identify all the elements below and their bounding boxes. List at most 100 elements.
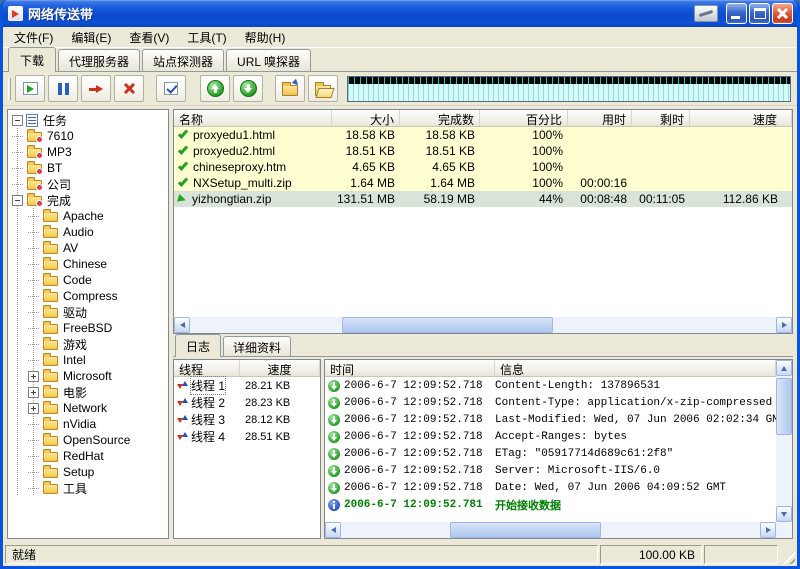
column-header[interactable]: 信息 (495, 360, 776, 376)
column-header[interactable]: 百分比 (480, 110, 568, 126)
menu-item[interactable]: 查看(V) (120, 27, 178, 48)
column-header[interactable]: 大小 (332, 110, 400, 126)
tree-subfolder[interactable]: Microsoft (26, 368, 168, 384)
log-row[interactable]: 2006-6-7 12:09:52.718 Content-Type: appl… (325, 394, 776, 411)
tree-subfolder[interactable]: Code (26, 272, 168, 288)
toolbar-button[interactable] (200, 75, 230, 102)
tree-category[interactable]: 公司 (10, 176, 168, 192)
menu-item[interactable]: 工具(T) (178, 27, 235, 48)
column-header[interactable]: 完成数 (400, 110, 480, 126)
maximize-button[interactable] (749, 3, 770, 24)
collapse-icon[interactable] (12, 195, 23, 206)
tree-label: Setup (61, 465, 96, 479)
download-row[interactable]: chineseproxy.htm 4.65 KB 4.65 KB 100% (174, 159, 792, 175)
download-row[interactable]: proxyedu2.html 18.51 KB 18.51 KB 100% (174, 143, 792, 159)
log-row[interactable]: 2006-6-7 12:09:52.718 Date: Wed, 07 Jun … (325, 479, 776, 496)
filelist-hscrollbar[interactable] (174, 317, 792, 333)
toolbar-button[interactable] (275, 75, 305, 102)
scroll-right-button[interactable] (776, 317, 792, 333)
tree-subfolder[interactable]: Intel (26, 352, 168, 368)
download-row[interactable]: proxyedu1.html 18.58 KB 18.58 KB 100% (174, 127, 792, 143)
column-header[interactable]: 名称 (174, 110, 332, 126)
resize-grip[interactable] (780, 545, 795, 564)
main-tab[interactable]: 站点探测器 (142, 49, 224, 72)
log-row[interactable]: 2006-6-7 12:09:52.718 ETag: "05917714d68… (325, 445, 776, 462)
tree-subfolder[interactable]: OpenSource (26, 432, 168, 448)
download-row[interactable]: yizhongtian.zip 131.51 MB 58.19 MB 44% 0… (174, 191, 792, 207)
column-header[interactable]: 用时 (568, 110, 632, 126)
menu-item[interactable]: 文件(F) (5, 27, 62, 48)
scrollbar-thumb[interactable] (450, 522, 601, 538)
tree-subfolder[interactable]: 工具 (26, 480, 168, 496)
scroll-down-button[interactable] (776, 506, 792, 522)
log-vscrollbar[interactable] (776, 360, 792, 522)
toolbar-button[interactable] (233, 75, 263, 102)
scroll-left-button[interactable] (325, 522, 341, 538)
window-title: 网络传送带 (28, 4, 93, 23)
file-name-cell: NXSetup_multi.zip (174, 176, 332, 190)
scrollbar-thumb[interactable] (342, 317, 553, 333)
thread-row[interactable]: 线程 1 28.21 KB (174, 377, 320, 394)
column-header[interactable]: 速度 (240, 360, 320, 376)
tree-subfolder[interactable]: Setup (26, 464, 168, 480)
tree-subfolder[interactable]: Apache (26, 208, 168, 224)
column-header[interactable]: 时间 (325, 360, 495, 376)
tree-subfolder[interactable]: Network (26, 400, 168, 416)
toolbar-button[interactable] (114, 75, 144, 102)
menu-item[interactable]: 帮助(H) (236, 27, 295, 48)
column-header[interactable]: 速度 (690, 110, 792, 126)
toolbar-button[interactable] (81, 75, 111, 102)
log-row[interactable]: 2006-6-7 12:09:52.718 Accept-Ranges: byt… (325, 428, 776, 445)
main-tab[interactable]: URL 嗅探器 (226, 49, 311, 72)
scrollbar-thumb[interactable] (776, 378, 792, 435)
scrollbar-track[interactable] (341, 522, 760, 538)
thread-row[interactable]: 线程 4 28.51 KB (174, 428, 320, 445)
thread-row[interactable]: 线程 2 28.23 KB (174, 394, 320, 411)
tree-subfolder[interactable]: Compress (26, 288, 168, 304)
scrollbar-track[interactable] (776, 376, 792, 506)
tree-subfolder[interactable]: 游戏 (26, 336, 168, 352)
minimize-button[interactable] (726, 3, 747, 24)
scrollbar-track[interactable] (190, 317, 776, 333)
scroll-up-button[interactable] (776, 360, 792, 376)
tree-subfolder[interactable]: 驱动 (26, 304, 168, 320)
tree-category[interactable]: MP3 (10, 144, 168, 160)
received-icon (328, 482, 340, 494)
log-row[interactable]: 2006-6-7 12:09:52.718 Last-Modified: Wed… (325, 411, 776, 428)
tree-category[interactable]: BT (10, 160, 168, 176)
tree-subfolder[interactable]: RedHat (26, 448, 168, 464)
tree-subfolder[interactable]: nVidia (26, 416, 168, 432)
toolbar-button[interactable] (308, 75, 338, 102)
column-header[interactable]: 剩时 (632, 110, 690, 126)
main-tab[interactable]: 代理服务器 (58, 49, 140, 72)
bottom-tab[interactable]: 日志 (175, 334, 221, 357)
toolbar-button[interactable] (48, 75, 78, 102)
tree-subfolder[interactable]: 电影 (26, 384, 168, 400)
log-hscrollbar[interactable] (325, 522, 776, 538)
bottom-tab[interactable]: 详细资料 (223, 336, 291, 357)
tree-subfolder[interactable]: Chinese (26, 256, 168, 272)
tree-subfolder[interactable]: FreeBSD (26, 320, 168, 336)
log-row[interactable]: 2006-6-7 12:09:52.781 开始接收数据 (325, 496, 776, 513)
toolbar-grip[interactable] (8, 78, 11, 100)
download-list-header: 名称大小完成数百分比用时剩时速度 (174, 110, 792, 127)
scroll-left-button[interactable] (174, 317, 190, 333)
thread-row[interactable]: 线程 3 28.12 KB (174, 411, 320, 428)
tree-subfolder[interactable]: AV (26, 240, 168, 256)
toolbar-button[interactable] (156, 75, 186, 102)
log-row[interactable]: 2006-6-7 12:09:52.718 Server: Microsoft-… (325, 462, 776, 479)
tree-root-tasks[interactable]: 任务 (10, 112, 168, 128)
file-percent-cell: 100% (480, 144, 568, 158)
tree-category-finished[interactable]: 完成 (10, 192, 168, 208)
toolbar-button[interactable] (15, 75, 45, 102)
log-row[interactable]: 2006-6-7 12:09:52.718 Content-Length: 13… (325, 377, 776, 394)
close-button[interactable] (772, 3, 793, 24)
menu-item[interactable]: 编辑(E) (62, 27, 120, 48)
column-header[interactable]: 线程 (174, 360, 240, 376)
collapse-icon[interactable] (12, 115, 23, 126)
download-row[interactable]: NXSetup_multi.zip 1.64 MB 1.64 MB 100% 0… (174, 175, 792, 191)
scroll-right-button[interactable] (760, 522, 776, 538)
tree-subfolder[interactable]: Audio (26, 224, 168, 240)
tree-category[interactable]: 7610 (10, 128, 168, 144)
main-tab[interactable]: 下载 (8, 47, 56, 72)
